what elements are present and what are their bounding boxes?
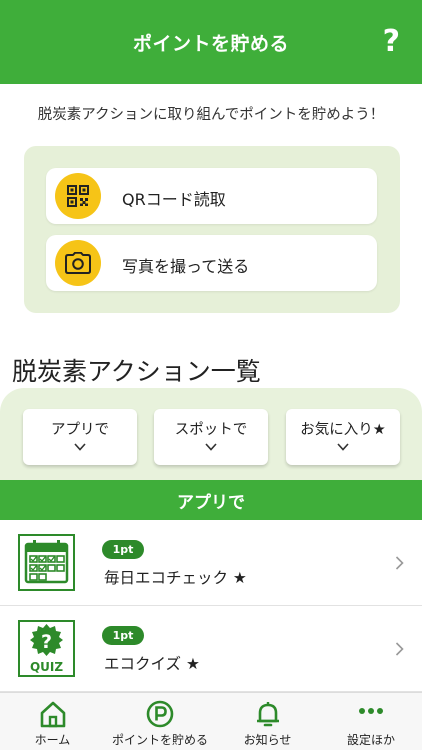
photo-send-label: 写真を撮って送る [122, 257, 250, 276]
intro-text: 脱炭素アクションに取り組んでポイントを貯めよう！ [37, 107, 385, 123]
app-header: ポイントを貯める ? [0, 0, 422, 84]
home-icon [40, 701, 65, 728]
qr-code-icon [55, 173, 101, 219]
quiz-icon: ? QUIZ [18, 620, 75, 677]
filter-favorites-label: お気に入り★ [300, 422, 386, 438]
chevron-down-icon [337, 443, 349, 451]
action-list-title: 脱炭素アクション一覧 [12, 357, 261, 386]
qr-scan-label: QRコード読取 [122, 190, 226, 209]
tab-settings[interactable]: 設定ほか [320, 693, 422, 750]
filter-spot-label: スポットで [174, 422, 248, 438]
filter-panel: アプリで スポットで お気に入り★ [0, 388, 422, 484]
quiz-icon-text: QUIZ [30, 660, 63, 674]
list-item-title: 毎日エコチェック ★ [104, 569, 247, 587]
svg-text:?: ? [41, 631, 52, 653]
points-badge: 1pt [102, 540, 144, 559]
tab-notifications[interactable]: お知らせ [215, 693, 320, 750]
category-label: アプリで [177, 492, 245, 513]
tab-home[interactable]: ホーム [0, 693, 105, 750]
list-item-title: エコクイズ ★ [104, 655, 200, 673]
tab-points-label: ポイントを貯める [111, 733, 208, 747]
points-badge: 1pt [102, 626, 144, 645]
list-item[interactable]: 1pt 毎日エコチェック ★ [0, 520, 422, 606]
filter-favorites-button[interactable]: お気に入り★ [286, 409, 400, 465]
filter-spot-button[interactable]: スポットで [154, 409, 268, 465]
calendar-check-icon [18, 534, 75, 591]
photo-send-button[interactable]: 写真を撮って送る [46, 235, 377, 291]
category-header: アプリで [0, 480, 422, 520]
bottom-tab-bar: ホーム ポイントを貯める お知らせ 設定ほか [0, 692, 422, 750]
page-title: ポイントを貯める [132, 32, 289, 55]
list-item[interactable]: ? QUIZ 1pt エコクイズ ★ [0, 606, 422, 692]
points-icon [146, 700, 174, 728]
tab-home-label: ホーム [34, 733, 71, 747]
chevron-down-icon [74, 443, 86, 451]
more-icon [359, 708, 383, 714]
chevron-right-icon [395, 556, 404, 570]
chevron-down-icon [205, 443, 217, 451]
tab-notifications-label: お知らせ [243, 733, 292, 747]
filter-app-label: アプリで [51, 422, 109, 438]
help-button[interactable]: ? [383, 22, 400, 62]
tab-settings-label: 設定ほか [346, 733, 395, 747]
tab-points[interactable]: ポイントを貯める [105, 693, 215, 750]
bell-icon [256, 702, 279, 727]
camera-icon [55, 240, 101, 286]
qr-scan-button[interactable]: QRコード読取 [46, 168, 377, 224]
action-panel: QRコード読取 写真を撮って送る [24, 146, 400, 313]
filter-app-button[interactable]: アプリで [23, 409, 137, 465]
chevron-right-icon [395, 642, 404, 656]
